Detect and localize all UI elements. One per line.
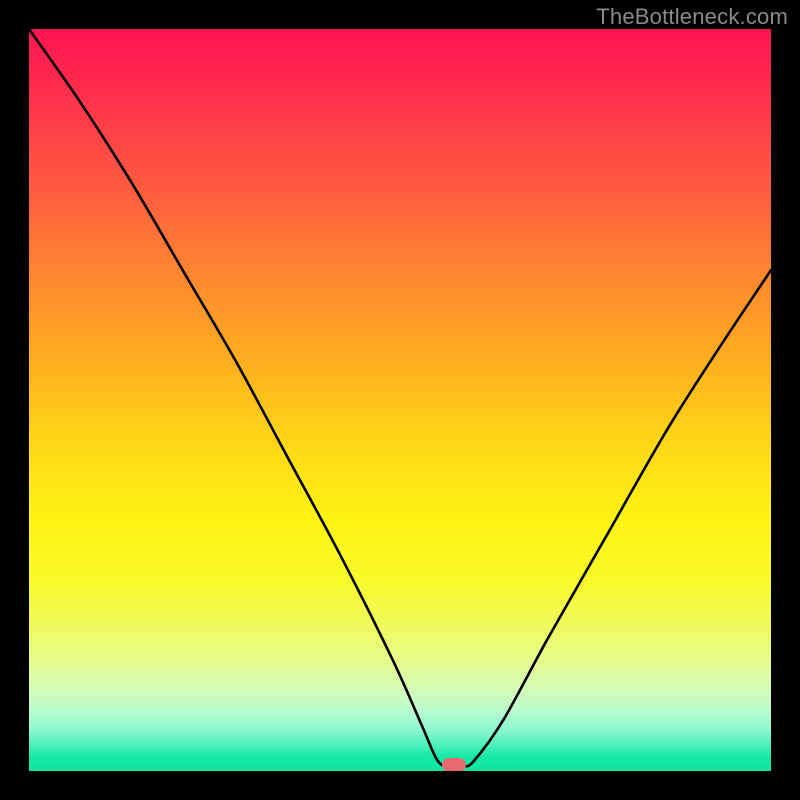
bottleneck-marker [442,758,466,771]
chart-frame: TheBottleneck.com [0,0,800,800]
bottleneck-curve [29,29,771,771]
attribution-label: TheBottleneck.com [596,4,788,30]
plot-area [29,29,771,771]
